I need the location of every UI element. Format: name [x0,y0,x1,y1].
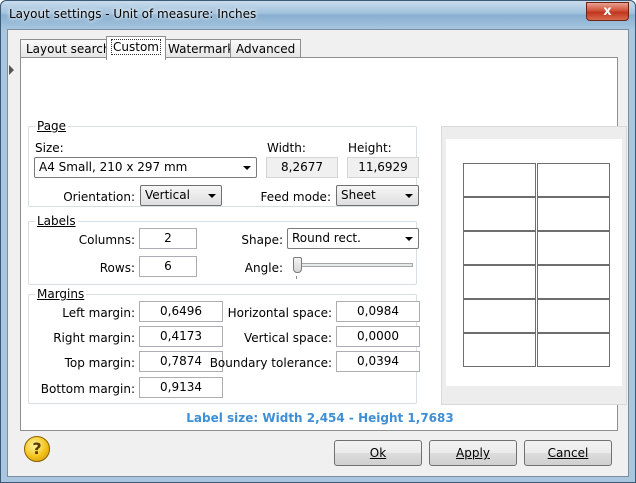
angle-label: Angle: [244,261,283,275]
width-field: 8,2677 [266,157,338,178]
ok-button[interactable]: Ok [334,440,422,466]
preview-label-cell [463,265,536,299]
preview-label-cell [463,299,536,333]
angle-slider-track[interactable] [293,263,413,267]
tab-custom[interactable]: Custom [106,36,166,60]
tab-layout-search[interactable]: Layout search [20,39,117,59]
top-margin-label: Top margin: [64,356,135,370]
close-button[interactable]: x [586,2,629,21]
title-bar[interactable]: Layout settings - Unit of measure: Inche… [1,1,635,29]
preview-label-cell [463,197,536,231]
rows-input[interactable]: 6 [139,256,197,277]
bottom-margin-input[interactable]: 0,9134 [139,377,223,398]
size-label: Size: [35,141,64,155]
preview-label-cell [537,299,610,333]
chevron-down-icon [208,194,216,198]
shape-dropdown[interactable]: Round rect. [287,228,419,249]
orientation-dropdown[interactable]: Vertical [140,185,222,206]
bottom-margin-label: Bottom margin: [40,382,135,396]
right-margin-label: Right margin: [53,331,135,345]
window-title: Layout settings - Unit of measure: Inche… [9,7,257,21]
margins-group-legend: Margins [35,287,87,301]
preview-label-cell [537,265,610,299]
help-icon[interactable]: ? [24,436,50,462]
rows-label: Rows: [99,261,135,275]
angle-slider-tick [296,276,297,279]
orientation-label: Orientation: [63,190,135,204]
label-size-summary: Label size: Width 2,454 - Height 1,7683 [186,411,454,425]
preview-label-cell [463,163,536,197]
preview-label-cell [463,231,536,265]
collapse-arrow-icon[interactable] [9,65,14,75]
chevron-down-icon [243,166,251,170]
chevron-down-icon [405,237,413,241]
preview-label-cell [537,333,610,367]
horizontal-space-label: Horizontal space: [227,306,332,320]
right-margin-input[interactable]: 0,4173 [139,326,223,347]
vertical-space-label: Vertical space: [244,331,332,345]
tab-advanced[interactable]: Advanced [230,39,302,59]
feed-mode-dropdown[interactable]: Sheet [336,185,419,206]
preview-label-cell [537,231,610,265]
height-label: Height: [348,141,392,155]
columns-input[interactable]: 2 [139,228,197,249]
layout-preview [441,126,627,405]
apply-button[interactable]: Apply [429,440,517,466]
columns-label: Columns: [78,233,135,247]
labels-group: Labels Columns: 2 Rows: 6 Shape: Round r… [28,214,419,285]
preview-label-cell [537,163,610,197]
width-label: Width: [267,141,306,155]
horizontal-space-input[interactable]: 0,0984 [336,301,420,322]
feed-mode-label: Feed mode: [260,190,331,204]
dialog-client-area: Layout search Custom Watermark Advanced … [7,29,629,477]
size-dropdown[interactable]: A4 Small, 210 x 297 mm [34,157,257,178]
preview-sheet [446,139,622,386]
page-group: Page Size: A4 Small, 210 x 297 mm Width:… [28,119,419,207]
preview-label-cell [537,197,610,231]
shape-label: Shape: [241,233,283,247]
height-field: 11,6929 [347,157,419,178]
angle-slider-thumb[interactable] [293,257,302,273]
cancel-button[interactable]: Cancel [524,440,612,466]
boundary-tolerance-input[interactable]: 0,0394 [336,351,420,372]
dialog-window: Layout settings - Unit of measure: Inche… [0,0,636,483]
page-group-legend: Page [35,119,69,133]
chevron-down-icon [405,194,413,198]
custom-tab-panel: Page Size: A4 Small, 210 x 297 mm Width:… [20,57,627,431]
tab-watermark[interactable]: Watermark [162,39,241,59]
margins-group: Margins Left margin: 0,6496 Right margin… [28,287,420,404]
labels-group-legend: Labels [35,214,78,228]
vertical-space-input[interactable]: 0,0000 [336,326,420,347]
left-margin-label: Left margin: [62,306,135,320]
left-margin-input[interactable]: 0,6496 [139,301,223,322]
boundary-tolerance-label: Boundary tolerance: [209,356,332,370]
preview-label-cell [463,333,536,367]
